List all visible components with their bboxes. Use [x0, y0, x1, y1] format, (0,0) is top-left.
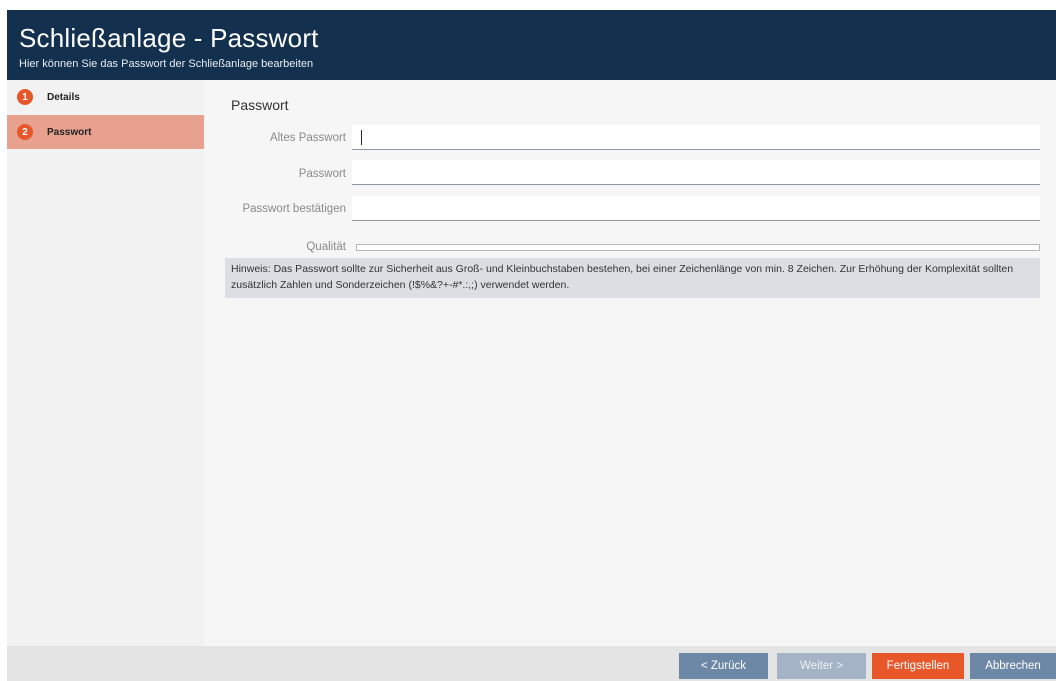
confirm-password-field[interactable] [352, 196, 1040, 221]
password-quality-bar [356, 244, 1040, 251]
password-label: Passwort [298, 168, 346, 180]
step-label: Details [47, 91, 80, 103]
step-label: Passwort [47, 126, 92, 138]
old-password-label: Altes Passwort [269, 132, 346, 144]
wizard-steps: 1 Details 2 Passwort [7, 80, 212, 646]
password-field[interactable] [352, 160, 1040, 185]
step-details[interactable]: 1 Details [7, 80, 204, 114]
page-subtitle: Hier können Sie das Passwort der Schließ… [19, 58, 314, 70]
old-password-field[interactable] [352, 125, 1040, 150]
cancel-button[interactable]: Abbrechen [970, 653, 1056, 679]
finish-button[interactable]: Fertigstellen [872, 653, 964, 679]
password-hint: Hinweis: Das Passwort sollte zur Sicherh… [225, 258, 1040, 298]
section-title: Passwort [231, 97, 289, 113]
form-panel: Passwort Altes Passwort Passwort Passwor… [204, 80, 1056, 646]
wizard-window: Schließanlage - Passwort Hier können Sie… [7, 10, 1056, 681]
main-content: Passwort Altes Passwort Passwort Passwor… [204, 80, 1056, 646]
page-title: Schließanlage - Passwort [19, 23, 319, 53]
footer-bar: < Zurück Weiter > Fertigstellen Abbreche… [7, 646, 1056, 681]
step-passwort[interactable]: 2 Passwort [7, 115, 212, 149]
back-button[interactable]: < Zurück [679, 653, 768, 679]
confirm-password-label: Passwort bestätigen [242, 203, 346, 215]
header: Schließanlage - Passwort Hier können Sie… [7, 10, 1056, 80]
next-button[interactable]: Weiter > [777, 653, 866, 679]
quality-label: Qualität [306, 241, 346, 253]
step-number-badge: 1 [17, 89, 33, 105]
text-cursor [361, 130, 362, 145]
step-number-badge: 2 [17, 124, 33, 140]
